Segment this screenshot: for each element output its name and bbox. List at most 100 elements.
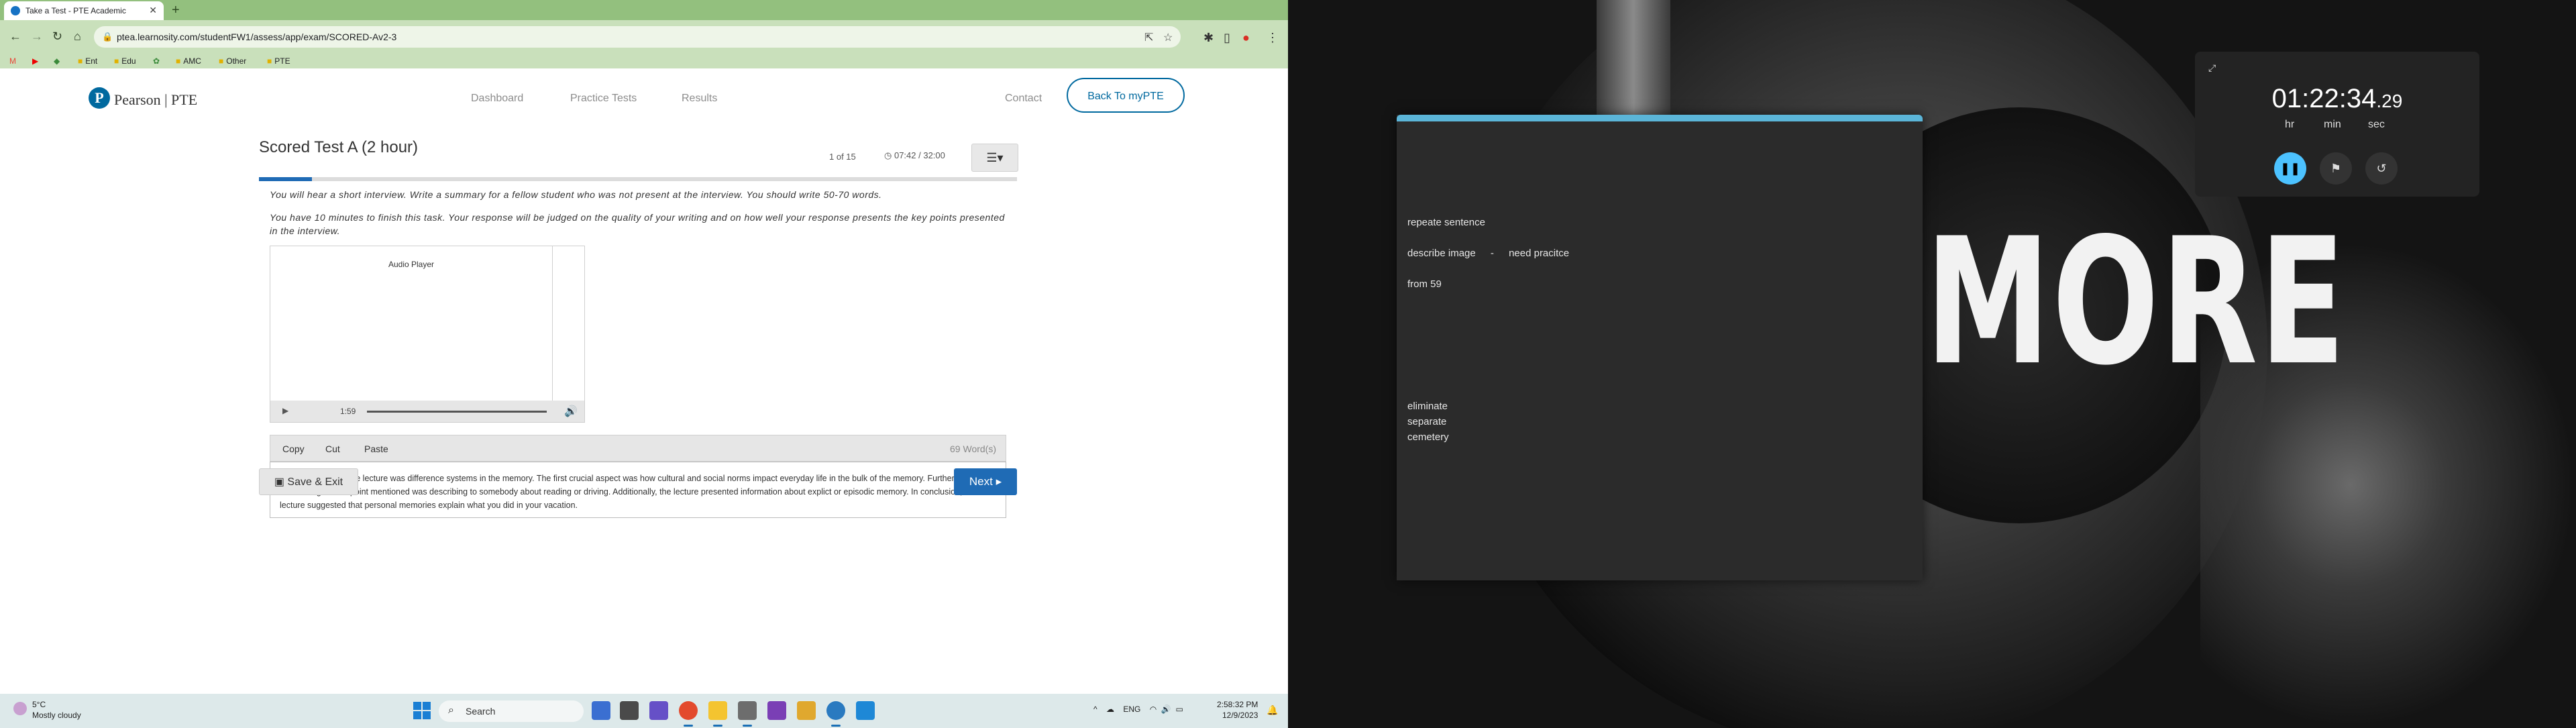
share-icon[interactable]: ⇱ — [1144, 31, 1153, 44]
reset-button[interactable]: ↺ — [2365, 152, 2398, 185]
editor-toolbar: Copy Cut Paste 69 Word(s) — [270, 435, 1006, 462]
chrome-profile-icon[interactable] — [826, 701, 845, 720]
paste-button[interactable]: Paste — [364, 444, 388, 454]
bookmark-folder-other[interactable]: ■ Other — [219, 56, 246, 66]
progress-fill — [259, 177, 313, 181]
audio-time: 1:59 — [340, 407, 356, 416]
lap-button[interactable]: ⚑ — [2320, 152, 2352, 185]
sticky-notes-icon[interactable] — [708, 701, 727, 720]
active-indicator — [743, 725, 752, 727]
question-counter: 1 of 15 — [829, 152, 856, 162]
gmail-icon[interactable]: M — [9, 56, 16, 66]
cut-button[interactable]: Cut — [325, 444, 340, 454]
audio-player: Audio Player ▶ 1:59 🔊 — [270, 246, 585, 423]
language-indicator[interactable]: ENG — [1123, 705, 1140, 714]
taskbar-clock[interactable]: 2:58:32 PM 12/9/2023 — [1217, 699, 1258, 721]
menu-dots-icon[interactable]: ⋮ — [1267, 31, 1279, 45]
task-view-icon[interactable] — [620, 701, 639, 720]
taskbar: 5°C Mostly cloudy ⌕ Search ^ ☁ ENG ◠ 🔊 ▭… — [0, 694, 1288, 728]
lock-icon: 🔒 — [102, 32, 113, 42]
nav-results[interactable]: Results — [682, 93, 717, 105]
bookmark-folder-ent[interactable]: ■ Ent — [78, 56, 97, 66]
vscode-icon[interactable] — [856, 701, 875, 720]
url-field[interactable]: 🔒 ptea.learnosity.com/studentFW1/assess/… — [94, 26, 1181, 48]
play-icon[interactable]: ▶ — [282, 406, 288, 415]
bookmark-label: AMC — [183, 56, 201, 66]
bookmark-folder-pte[interactable]: ■ PTE — [267, 56, 290, 66]
record-icon[interactable]: ● — [1242, 31, 1250, 45]
side-panel-icon[interactable]: ▯ — [1224, 31, 1230, 45]
bookmark-label: Ent — [85, 56, 98, 66]
bookmark-folder-amc[interactable]: ■ AMC — [176, 56, 201, 66]
chrome-icon[interactable] — [679, 701, 698, 720]
nav-contact[interactable]: Contact — [1005, 93, 1042, 105]
taskbar-search[interactable]: ⌕ Search — [439, 700, 584, 722]
instruction-text: You have 10 minutes to finish this task.… — [270, 212, 1005, 236]
audio-seek-bar[interactable] — [367, 411, 547, 413]
note-text: need pracitce — [1509, 248, 1570, 259]
pause-button[interactable]: ❚❚ — [2274, 152, 2306, 185]
copilot-icon[interactable] — [592, 701, 610, 720]
volume-icon[interactable]: 🔊 — [564, 405, 578, 418]
list-icon: ☰▾ — [986, 151, 1004, 164]
tab-title: Take a Test - PTE Academic — [25, 6, 126, 15]
home-icon[interactable]: ⌂ — [74, 30, 81, 44]
battery-icon[interactable]: ▭ — [1175, 705, 1183, 714]
back-to-mypte-button[interactable]: Back To myPTE — [1067, 78, 1185, 113]
next-button[interactable]: Next ▸ — [954, 468, 1017, 495]
sticky-note-window[interactable]: repeate sentence describe image - need p… — [1397, 115, 1923, 580]
note-word: separate — [1407, 416, 1447, 427]
nav-dashboard[interactable]: Dashboard — [471, 93, 523, 105]
weather-icon — [13, 702, 27, 715]
tab-active[interactable]: Take a Test - PTE Academic ✕ — [4, 1, 164, 20]
save-exit-button[interactable]: ▣ Save & Exit — [259, 468, 358, 495]
close-icon[interactable]: ✕ — [149, 5, 157, 16]
response-textarea[interactable]: The main focus of the lecture was differ… — [270, 462, 1006, 518]
clock-app-icon[interactable] — [738, 701, 757, 720]
unit-label: sec — [2368, 119, 2385, 130]
extensions-icon[interactable]: ✱ — [1203, 31, 1214, 45]
stopwatch-time: 01:22:34 — [2271, 84, 2377, 113]
volume-icon[interactable]: 🔊 — [1161, 705, 1171, 714]
note-accent-bar — [1397, 115, 1923, 121]
active-indicator — [684, 725, 693, 727]
bookmark-icon[interactable]: ✿ — [153, 56, 160, 66]
youtube-icon[interactable]: ▶ — [32, 56, 38, 66]
new-tab-button[interactable]: + — [172, 3, 180, 18]
test-timer: ◷ 07:42 / 32:00 — [884, 150, 945, 161]
cloud-icon[interactable]: ☁ — [1106, 705, 1114, 714]
note-line: describe image - need pracitce — [1407, 248, 1569, 259]
onenote-icon[interactable] — [767, 701, 786, 720]
weather-temp: 5°C — [32, 700, 46, 709]
bookmark-folder-edu[interactable]: ■ Edu — [114, 56, 136, 66]
nav-practice-tests[interactable]: Practice Tests — [570, 93, 637, 105]
file-explorer-icon[interactable] — [797, 701, 816, 720]
folder-icon: ■ — [114, 56, 119, 66]
bookmark-icon[interactable]: ◆ — [54, 56, 60, 66]
notification-bell-icon[interactable]: 🔔 — [1267, 705, 1278, 716]
forward-arrow-icon[interactable]: → — [31, 30, 43, 44]
bookmark-label: PTE — [274, 56, 290, 66]
next-label: Next — [969, 475, 993, 488]
note-word: cemetery — [1407, 431, 1449, 443]
star-icon[interactable]: ☆ — [1163, 31, 1173, 44]
expand-icon[interactable]: ⤢ — [2208, 62, 2216, 74]
teams-icon[interactable] — [649, 701, 668, 720]
copy-button[interactable]: Copy — [282, 444, 305, 454]
item-list-menu-button[interactable]: ☰▾ — [971, 144, 1018, 172]
bookmarks-bar: M ▶ ◆ ■ Ent ■ Edu ✿ ■ AMC ■ Other ■ PTE — [0, 54, 1288, 68]
note-line: repeate sentence — [1407, 217, 1485, 228]
windows-start-icon[interactable] — [413, 702, 431, 719]
browser-window: Take a Test - PTE Academic ✕ + ← → ↻ ⌂ 🔒… — [0, 0, 1288, 728]
back-arrow-icon[interactable]: ← — [9, 30, 21, 44]
unit-label: hr — [2285, 119, 2295, 130]
system-tray: ^ ☁ ENG ◠ 🔊 ▭ — [1093, 705, 1183, 714]
wifi-icon[interactable]: ◠ — [1150, 705, 1157, 714]
search-label: Search — [466, 706, 496, 717]
folder-icon: ■ — [176, 56, 181, 66]
chevron-up-icon[interactable]: ^ — [1093, 705, 1097, 714]
save-icon: ▣ — [274, 476, 288, 488]
reload-icon[interactable]: ↻ — [52, 30, 62, 44]
audio-player-title: Audio Player — [388, 260, 435, 269]
date-text: 12/9/2023 — [1222, 711, 1258, 720]
